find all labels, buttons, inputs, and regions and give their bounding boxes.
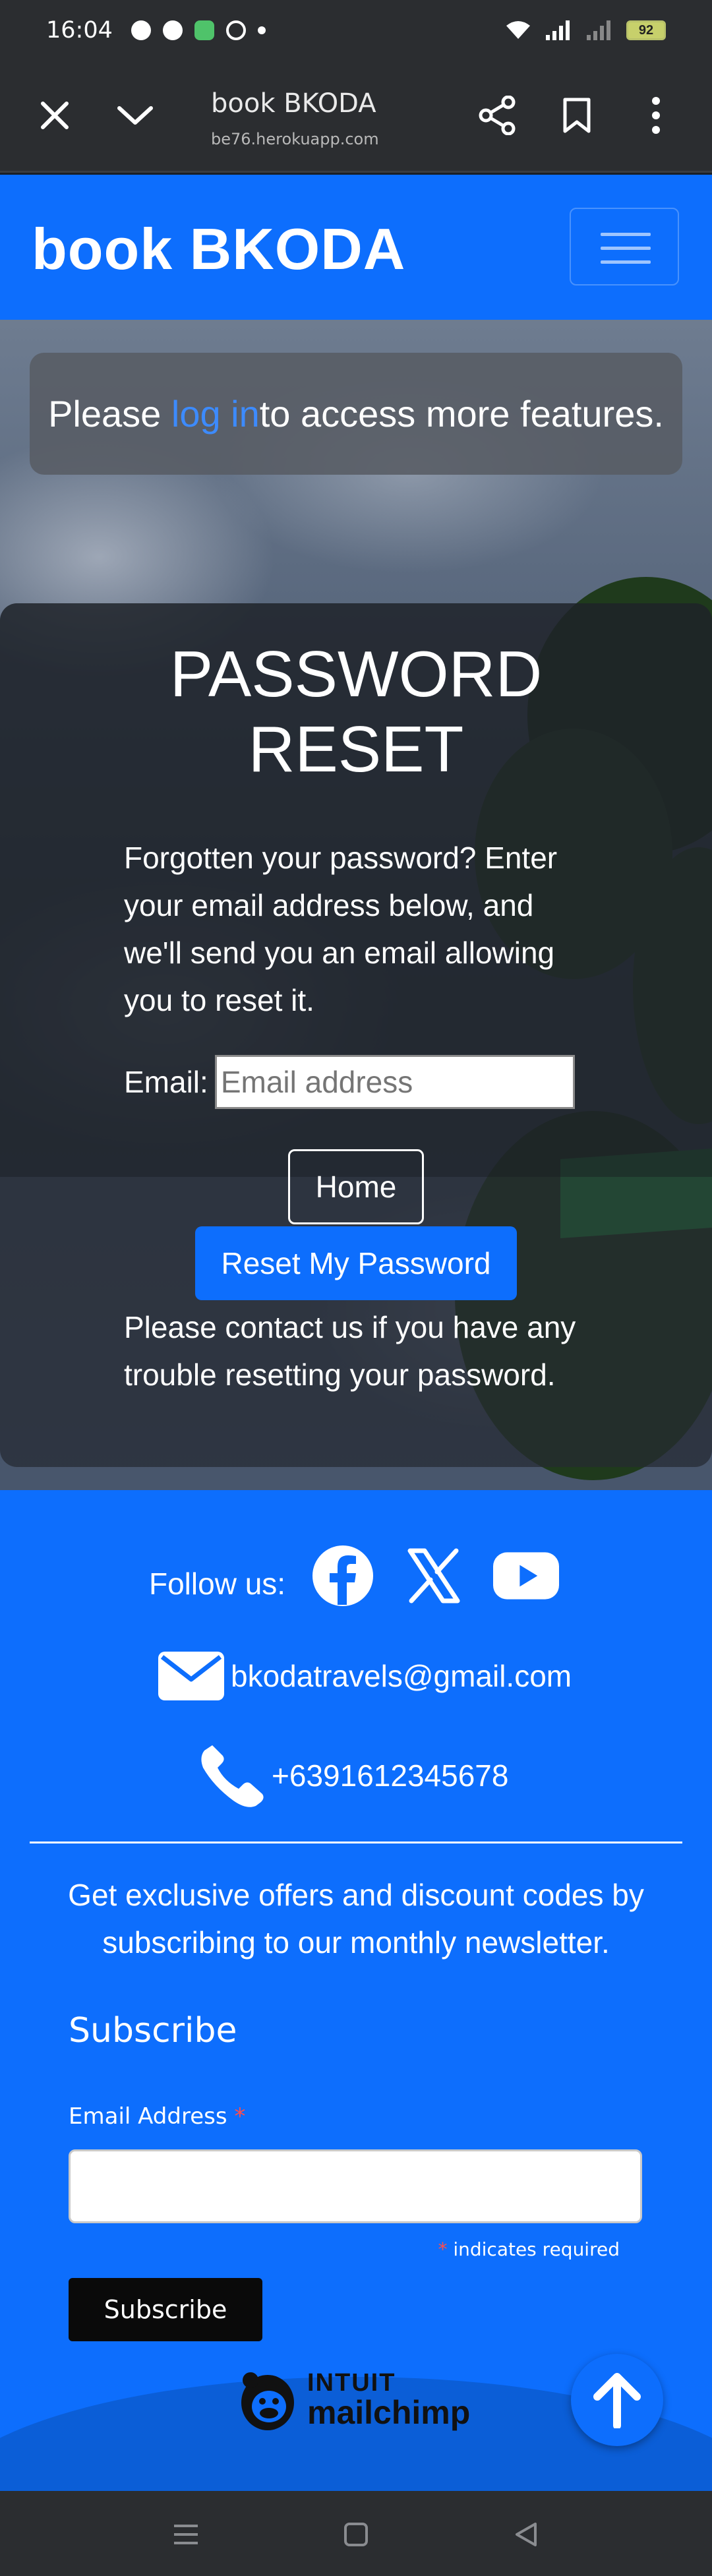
newsletter-email-input[interactable] (69, 2149, 642, 2223)
back-icon[interactable] (506, 2515, 546, 2554)
chevron-down-icon[interactable] (112, 92, 158, 138)
contact-email[interactable]: bkodatravels@gmail.com (231, 1658, 572, 1694)
scroll-to-top-button[interactable] (571, 2354, 663, 2446)
email-contact[interactable]: bkodatravels@gmail.com (158, 1652, 572, 1700)
signal-no-icon (587, 20, 610, 40)
bookmark-icon[interactable] (554, 92, 600, 138)
email-label: Email: (124, 1065, 208, 1099)
site-navbar: book BKODA (0, 175, 712, 320)
home-nav-icon[interactable] (336, 2515, 376, 2554)
youtube-icon[interactable] (493, 1543, 559, 1609)
x-twitter-icon[interactable] (401, 1543, 467, 1609)
mailchimp-freddie-icon (241, 2372, 294, 2430)
recents-icon[interactable] (166, 2515, 206, 2554)
required-note: * indicates required (438, 2238, 620, 2260)
status-bar: 16:04 92 (0, 0, 712, 61)
brand-logo[interactable]: book BKODA (32, 216, 405, 283)
alert-text-before: Please (48, 393, 162, 434)
email-field[interactable] (214, 1055, 575, 1109)
browser-url[interactable]: be76.herokuapp.com (211, 130, 379, 148)
footer-divider (30, 1842, 682, 1843)
email-row: Email: (124, 1055, 575, 1109)
alert-text-after: to access more features. (259, 393, 664, 434)
system-navigation-bar (0, 2491, 712, 2576)
envelope-icon (158, 1652, 224, 1700)
password-reset-card: PASSWORD RESET Forgotten your password? … (0, 603, 712, 1467)
facebook-icon (131, 20, 151, 40)
menu-toggle-button[interactable] (570, 208, 679, 285)
subscribe-button[interactable]: Subscribe (69, 2278, 262, 2341)
phone-icon (201, 1745, 264, 1807)
share-icon[interactable] (475, 92, 521, 138)
mailchimp-text: mailchimp (307, 2394, 471, 2431)
signal-icon (546, 20, 570, 40)
wifi-icon (506, 21, 530, 39)
login-alert: Please log in to access more features. (30, 353, 682, 475)
subscribe-heading: Subscribe (69, 2011, 237, 2051)
close-icon[interactable] (32, 92, 78, 138)
message-icon (194, 20, 214, 40)
contact-help-text: Please contact us if you have any troubl… (124, 1310, 576, 1392)
browser-toolbar: book BKODA be76.herokuapp.com (0, 61, 712, 173)
messenger-icon (162, 20, 183, 40)
g-icon (225, 20, 246, 40)
follow-us-label: Follow us: (149, 1567, 286, 1601)
site-footer: Follow us: bkodatravels@gmail.com +63916… (0, 1490, 712, 2491)
required-asterisk: * (234, 2103, 246, 2130)
more-menu-icon[interactable] (633, 92, 679, 138)
contact-phone[interactable]: +6391612345678 (272, 1758, 508, 1793)
home-button[interactable]: Home (288, 1149, 424, 1224)
hamburger-icon (601, 233, 651, 236)
newsletter-text: Get exclusive offers and discount codes … (68, 1878, 644, 1960)
hero-background: Please log in to access more features. P… (0, 320, 712, 1490)
status-time: 16:04 (46, 17, 113, 44)
battery-icon: 92 (626, 20, 666, 40)
login-link[interactable]: log in (171, 392, 260, 435)
phone-contact[interactable]: +6391612345678 (199, 1743, 508, 1809)
mailchimp-intuit-text: INTUIT (307, 2369, 396, 2397)
page-title: PASSWORD RESET (169, 638, 543, 785)
facebook-icon[interactable] (310, 1543, 376, 1609)
arrow-up-icon (593, 2373, 641, 2428)
email-address-label: Email Address * (69, 2103, 246, 2130)
browser-page-title: book BKODA (211, 88, 376, 119)
reset-instructions: Forgotten your password? Enter your emai… (124, 841, 558, 1017)
reset-password-button[interactable]: Reset My Password (195, 1226, 517, 1300)
mailchimp-logo[interactable]: INTUIT mailchimp (236, 2367, 470, 2433)
dot-icon (257, 26, 266, 34)
